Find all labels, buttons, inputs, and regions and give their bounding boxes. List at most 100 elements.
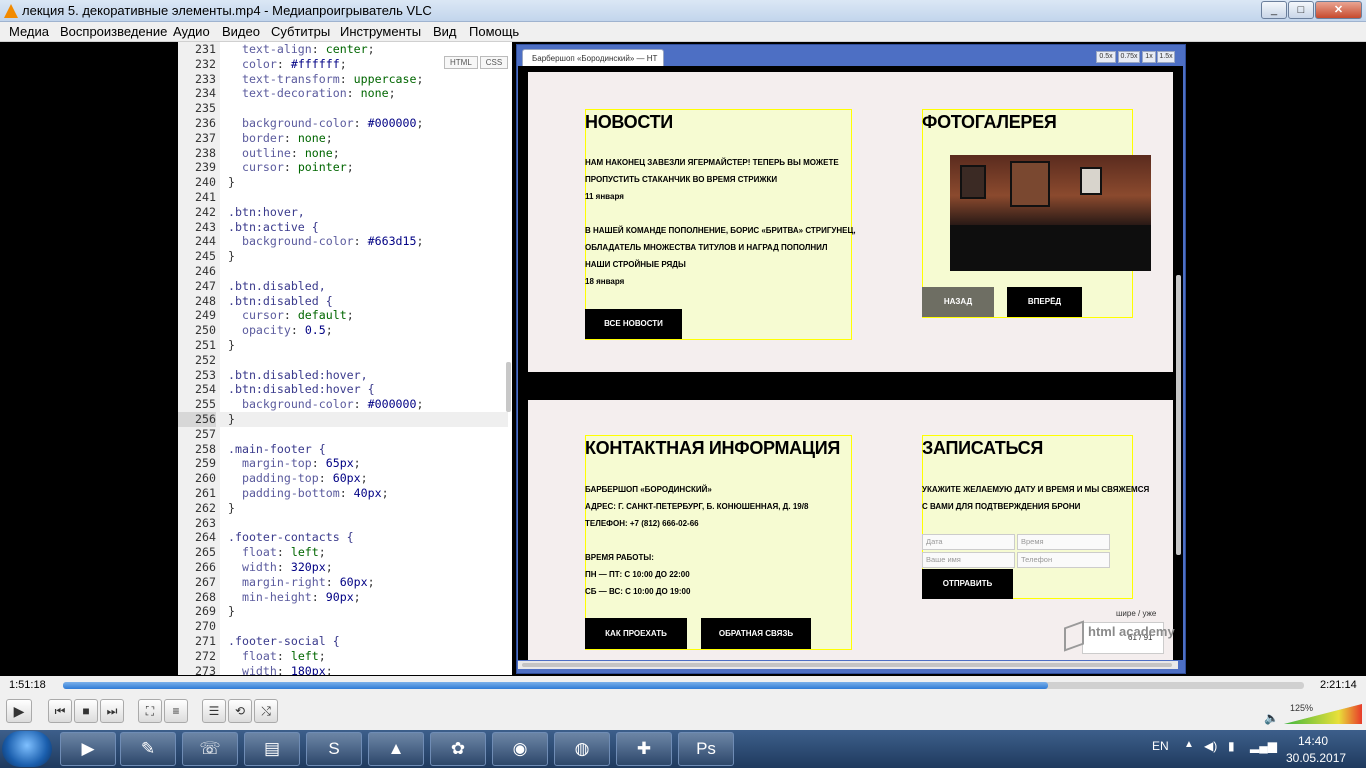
- media-player-icon[interactable]: ▶: [60, 732, 116, 766]
- preview-hscroll-thumb[interactable]: [522, 663, 1172, 667]
- news-item1-line2: ПРОПУСТИТЬ СТАКАНЧИК ВО ВРЕМЯ СТРИЖКИ: [585, 175, 778, 184]
- tray-network-icon[interactable]: ▂▄▆: [1250, 739, 1277, 753]
- code-line: 266 width: 320px;: [178, 560, 508, 575]
- line-code: text-align: center;: [241, 42, 375, 56]
- menu-tools[interactable]: Инструменты: [340, 24, 421, 39]
- start-button[interactable]: [2, 731, 52, 767]
- minimize-button[interactable]: _: [1261, 1, 1287, 19]
- line-number: 263: [195, 515, 216, 530]
- code-line: 237 border: none;: [178, 131, 508, 146]
- notepadpp-icon[interactable]: ✚: [616, 732, 672, 766]
- notepad-icon[interactable]: ✎: [120, 732, 176, 766]
- submit-button[interactable]: ОТПРАВИТЬ: [922, 569, 1013, 599]
- extended-settings-icon[interactable]: ≡: [164, 699, 188, 723]
- zoom-150[interactable]: 1.5x: [1157, 51, 1175, 63]
- close-button[interactable]: ✕: [1315, 1, 1362, 19]
- menu-help[interactable]: Помощь: [469, 24, 519, 39]
- tray-power-icon[interactable]: ▮: [1228, 739, 1235, 753]
- firefox-icon[interactable]: ◉: [492, 732, 548, 766]
- line-number: 251: [195, 338, 216, 352]
- code-line: 254 .btn:disabled:hover {: [178, 382, 508, 397]
- code-line: 234 text-decoration: none;: [178, 86, 508, 101]
- viber-icon[interactable]: ☏: [182, 732, 238, 766]
- clock-time[interactable]: 14:40: [1298, 734, 1328, 748]
- line-number: 238: [195, 145, 216, 160]
- clock-date[interactable]: 30.05.2017: [1286, 751, 1346, 765]
- fullscreen-icon[interactable]: ⛶: [138, 699, 162, 723]
- name-field[interactable]: Ваше имя: [922, 552, 1015, 568]
- line-code: width: 320px;: [241, 560, 333, 574]
- line-number: 252: [195, 352, 216, 367]
- menu-media[interactable]: Медиа: [9, 24, 49, 39]
- line-number: 269: [195, 604, 216, 619]
- tray-volume-icon[interactable]: ◀): [1204, 739, 1217, 753]
- play-icon[interactable]: ▶: [6, 699, 32, 723]
- shuffle-icon[interactable]: ⤭: [254, 699, 278, 723]
- photoshop-icon[interactable]: Ps: [678, 732, 734, 766]
- gallery-next-button[interactable]: ВПЕРЁД: [1007, 287, 1082, 317]
- line-code: background-color: #000000;: [241, 116, 424, 130]
- code-line: 252: [178, 353, 508, 368]
- language-indicator[interactable]: EN: [1152, 739, 1169, 753]
- tab-css[interactable]: CSS: [479, 56, 509, 69]
- menu-video[interactable]: Видео: [222, 24, 260, 39]
- code-line: 239 cursor: pointer;: [178, 160, 508, 175]
- zoom-1[interactable]: 1x: [1142, 51, 1156, 63]
- preview-hscroll[interactable]: [518, 661, 1178, 669]
- elapsed-time: 1:51:18: [9, 679, 46, 691]
- code-line: 246: [178, 264, 508, 279]
- explorer-icon[interactable]: ▤: [244, 732, 300, 766]
- pager-label: шире / уже: [1116, 609, 1157, 618]
- tab-html[interactable]: HTML: [444, 56, 478, 69]
- skype-icon[interactable]: S: [306, 732, 362, 766]
- time-field[interactable]: Время: [1017, 534, 1110, 550]
- volume-slider[interactable]: [1284, 704, 1362, 724]
- line-number: 268: [195, 589, 216, 604]
- line-number: 250: [195, 323, 216, 338]
- window-title: лекция 5. декоративные элементы.mp4 - Ме…: [22, 3, 432, 18]
- menu-playback[interactable]: Воспроизведение: [60, 24, 167, 39]
- menu-view[interactable]: Вид: [433, 24, 457, 39]
- code-line: 247 .btn.disabled,: [178, 279, 508, 294]
- contacts-title: КОНТАКТНАЯ ИНФОРМАЦИЯ: [585, 438, 840, 458]
- menu-audio[interactable]: Аудио: [173, 24, 210, 39]
- line-code: }: [228, 500, 235, 515]
- feedback-button[interactable]: ОБРАТНАЯ СВЯЗЬ: [701, 618, 811, 649]
- title-bar: лекция 5. декоративные элементы.mp4 - Ме…: [0, 0, 1366, 22]
- route-button[interactable]: КАК ПРОЕХАТЬ: [585, 618, 687, 649]
- preview-vscroll[interactable]: [1176, 275, 1181, 555]
- news-item1-date: 11 января: [585, 192, 624, 201]
- loop-icon[interactable]: ⟲: [228, 699, 252, 723]
- signup-line2: С ВАМИ ДЛЯ ПОДТВЕРЖДЕНИЯ БРОНИ: [922, 502, 1081, 511]
- editor-scrollbar[interactable]: [506, 362, 511, 412]
- network-icon[interactable]: ◍: [554, 732, 610, 766]
- prev-icon[interactable]: ⏮: [48, 699, 72, 723]
- tray-arrow-icon[interactable]: ▲: [1184, 739, 1194, 750]
- code-line: 248 .btn:disabled {: [178, 294, 508, 309]
- date-field[interactable]: Дата: [922, 534, 1015, 550]
- stop-icon[interactable]: ■: [74, 699, 98, 723]
- menu-subtitles[interactable]: Субтитры: [271, 24, 330, 39]
- line-number: 261: [195, 486, 216, 500]
- line-code: .btn:hover,: [228, 204, 305, 219]
- phone-field[interactable]: Телефон: [1017, 552, 1110, 568]
- code-editor[interactable]: 231 text-align: center; 232 color: #fffff…: [178, 42, 512, 675]
- line-code: .btn.disabled:hover,: [228, 367, 368, 382]
- line-code: text-transform: uppercase;: [241, 71, 424, 86]
- gallery-photo: [950, 155, 1151, 271]
- speaker-icon[interactable]: 🔈: [1264, 711, 1279, 725]
- line-code: .btn:active {: [228, 219, 319, 234]
- line-number: 271: [195, 634, 216, 648]
- vlc-taskbar-icon[interactable]: ▲: [368, 732, 424, 766]
- contacts-line6: СБ — ВС: С 10:00 ДО 19:00: [585, 587, 691, 596]
- maximize-button[interactable]: □: [1288, 1, 1314, 19]
- line-number: 266: [195, 560, 216, 574]
- next-icon[interactable]: ⏭: [100, 699, 124, 723]
- zoom-050[interactable]: 0.5x: [1096, 51, 1116, 63]
- playlist-icon[interactable]: ☰: [202, 699, 226, 723]
- all-news-button[interactable]: ВСЕ НОВОСТИ: [585, 309, 682, 339]
- paint-icon[interactable]: ✿: [430, 732, 486, 766]
- zoom-075[interactable]: 0.75x: [1118, 51, 1140, 63]
- seek-bar[interactable]: [63, 682, 1304, 689]
- gallery-prev-button[interactable]: НАЗАД: [922, 287, 994, 317]
